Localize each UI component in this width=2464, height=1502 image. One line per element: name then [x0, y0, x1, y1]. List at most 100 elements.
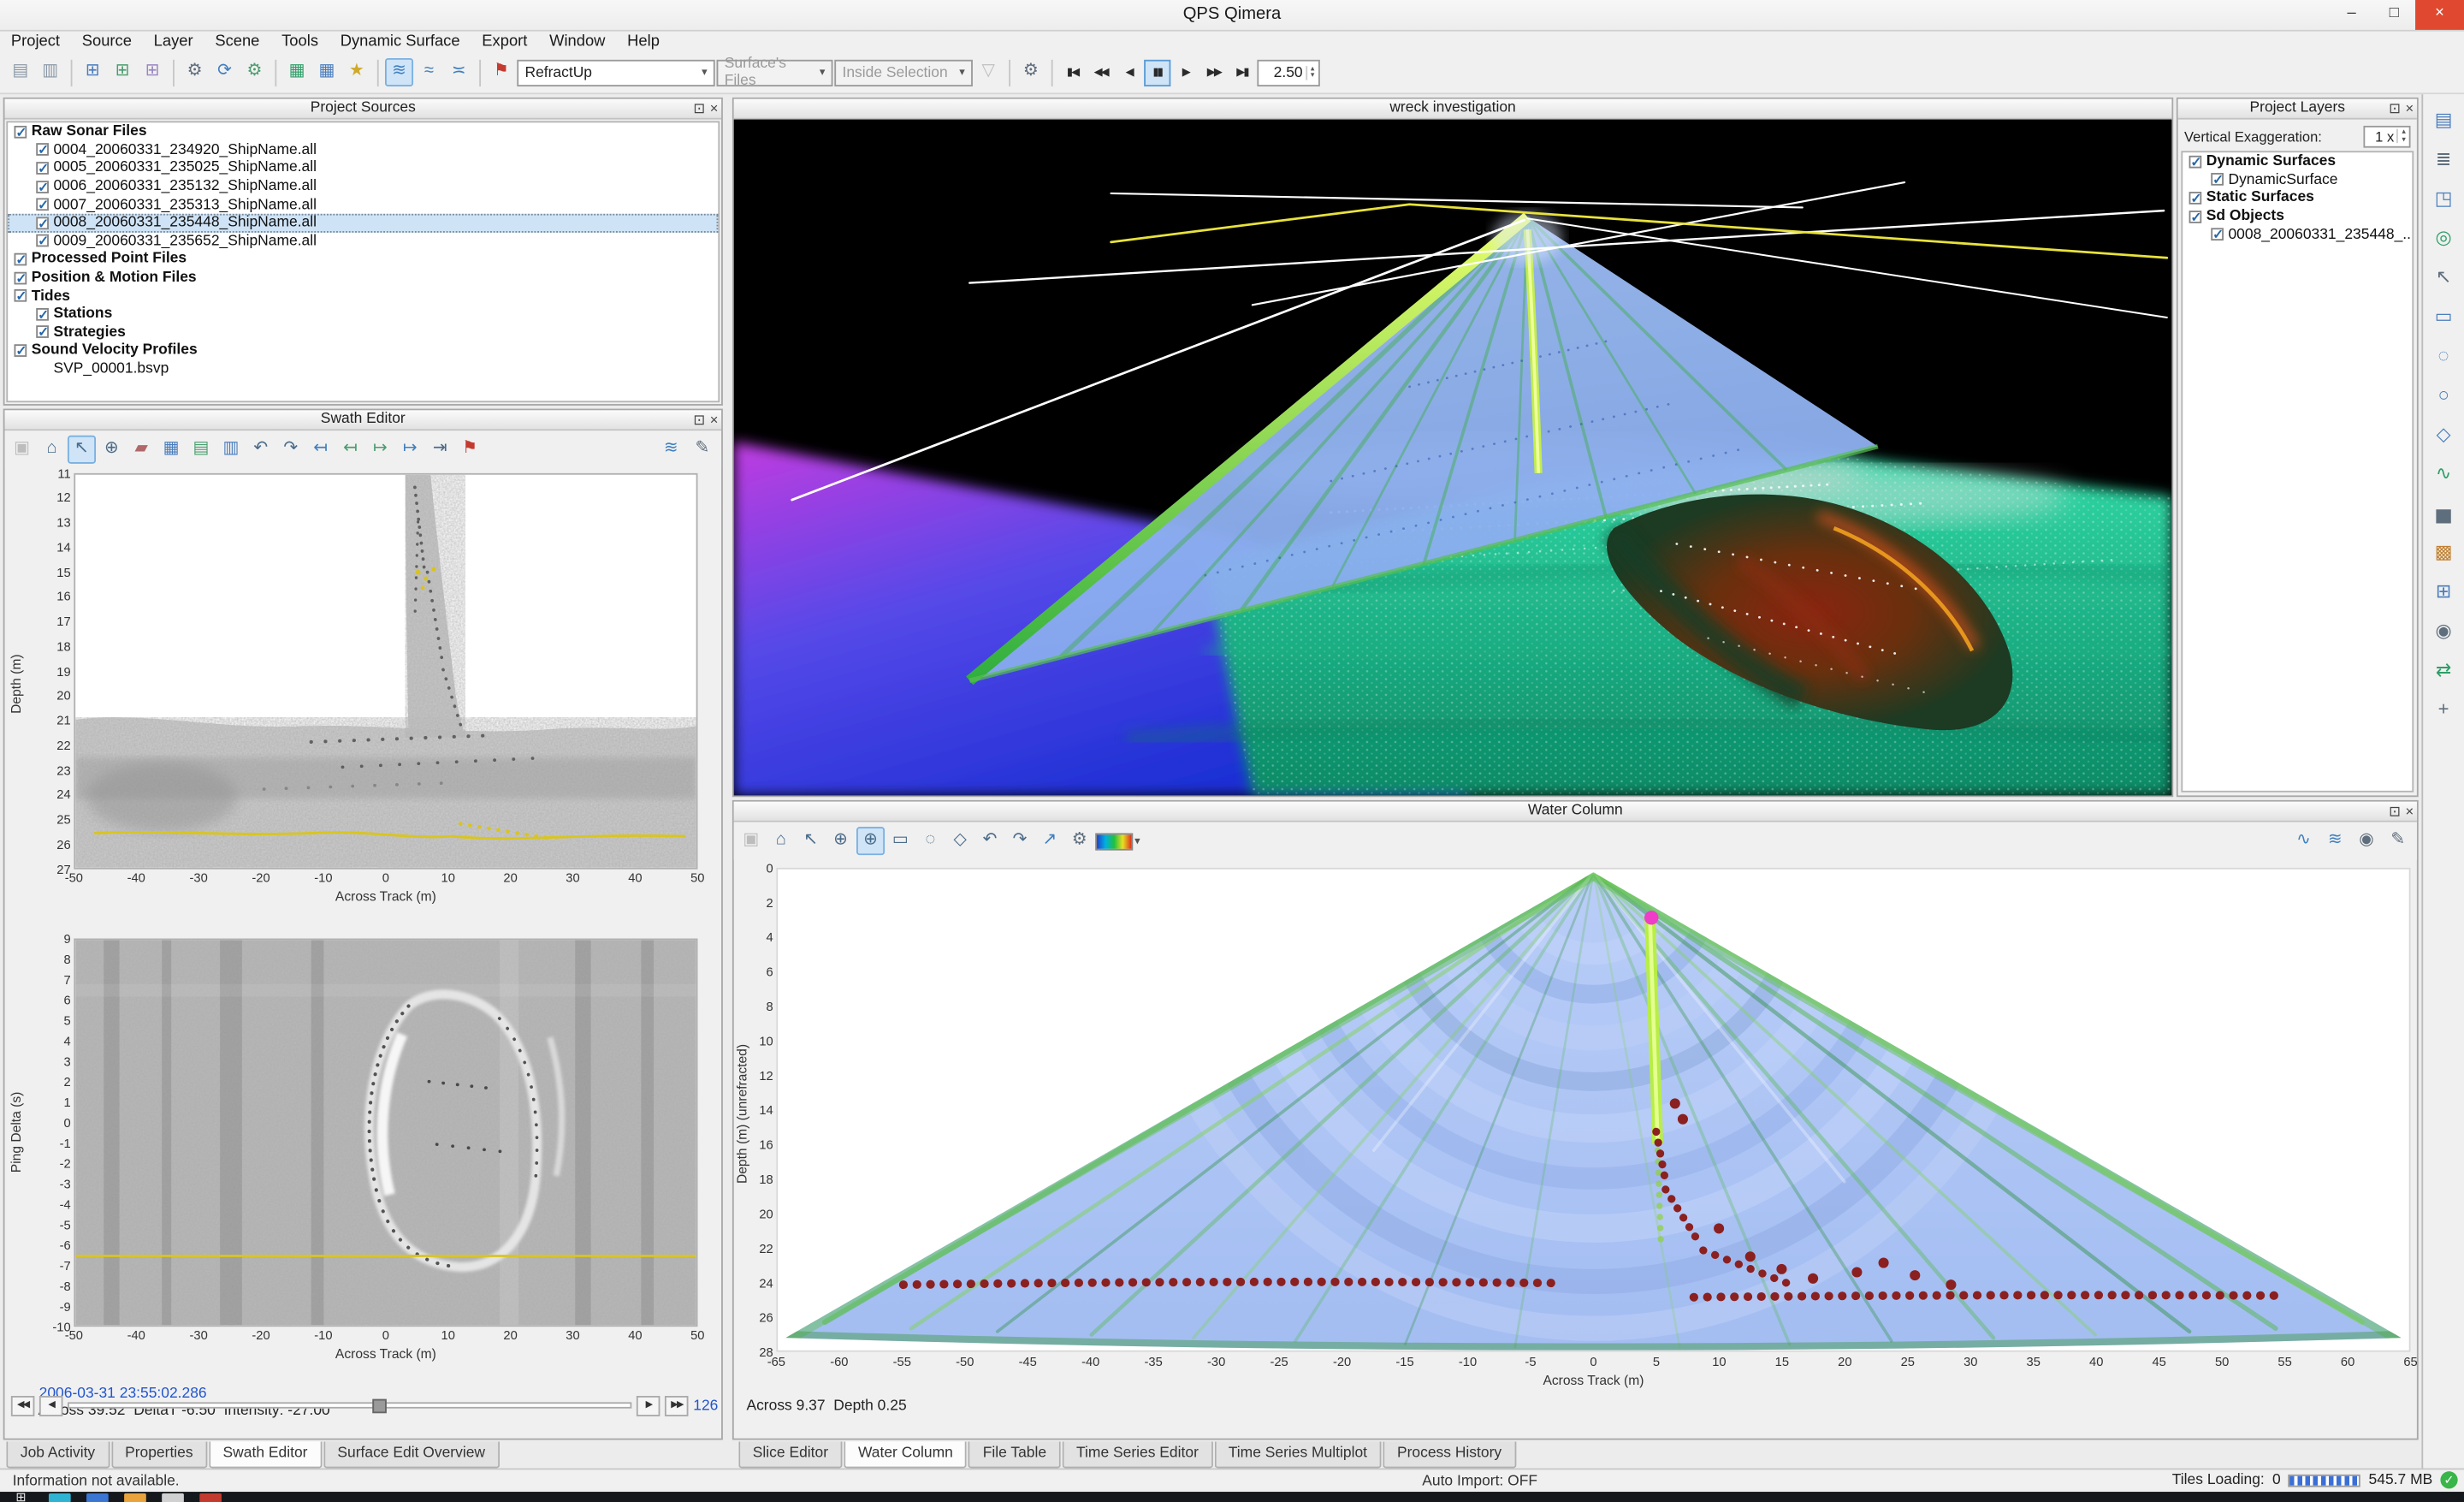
tree-row[interactable]: ✓ 0008_20060331_235448_ShipName.all	[8, 214, 718, 232]
spin-down-icon[interactable]: ▾	[1311, 72, 1315, 79]
playback-speed-spinner[interactable]: 2.50 ▴ ▾	[1257, 59, 1319, 86]
checkbox[interactable]: ✓	[15, 289, 27, 302]
colormap-picker[interactable]	[1095, 833, 1133, 850]
close-panel-icon[interactable]: ×	[710, 99, 719, 118]
taskbar-app-2[interactable]	[86, 1493, 108, 1502]
swath-top-plot[interactable]	[74, 473, 697, 870]
polygon-select-icon[interactable]: ◇	[2430, 421, 2458, 449]
home-icon[interactable]: ⌂	[767, 827, 795, 855]
water-column-tool-icon[interactable]: ≍	[445, 58, 473, 86]
start-button[interactable]: ⊞	[15, 1492, 26, 1502]
swath-bottom-plot[interactable]	[74, 939, 697, 1327]
menu-item[interactable]: Scene	[204, 32, 270, 52]
redo-icon[interactable]: ↷	[1006, 827, 1034, 855]
menu-item[interactable]: Source	[71, 32, 143, 52]
checkbox[interactable]: ✓	[2189, 155, 2202, 168]
tree-row[interactable]: ✓ Raw Sonar Files	[8, 122, 718, 140]
grid-icon[interactable]: ⊞	[2430, 579, 2458, 607]
pointer-icon[interactable]: ↖	[2430, 264, 2458, 293]
tree-row[interactable]: ✓ 0005_20060331_235025_ShipName.all	[8, 159, 718, 177]
spin-down-icon[interactable]: ▾	[2402, 136, 2406, 143]
vertical-exaggeration-spinner[interactable]: 1 x ▴ ▾	[2364, 125, 2410, 147]
rect-select-icon[interactable]: ▭	[886, 827, 915, 855]
stacked-view-icon[interactable]: ≋	[2321, 827, 2349, 855]
pointer-icon[interactable]: ↖	[797, 827, 825, 855]
prev-selection-icon[interactable]: ↤	[336, 436, 364, 464]
checkbox[interactable]: ✓	[36, 235, 49, 247]
tab[interactable]: Swath Editor	[209, 1441, 322, 1468]
goto-ping-icon[interactable]: ⇥	[426, 436, 454, 464]
flag-tool-icon[interactable]: ⚑	[487, 58, 515, 86]
scene-views-icon[interactable]: ◳	[2430, 186, 2458, 214]
eye-icon[interactable]: ◉	[2353, 827, 2381, 855]
circle-select-icon[interactable]: ○	[2430, 382, 2458, 410]
last-ping-button[interactable]: ▶▶	[665, 1395, 689, 1416]
tree-row[interactable]: ✓ 0007_20060331_235313_ShipName.all	[8, 195, 718, 213]
swath-editor-tool-icon[interactable]: ≋	[385, 58, 413, 86]
menu-item[interactable]: Dynamic Surface	[329, 32, 471, 52]
taskbar-app-1[interactable]	[48, 1493, 70, 1502]
slice-editor-tool-icon[interactable]: ≈	[415, 58, 443, 86]
layer-row[interactable]: ✓ Static Surfaces	[2183, 189, 2412, 207]
refraction-tool-combo[interactable]: RefractUp ▾	[517, 59, 714, 86]
tab[interactable]: Surface Edit Overview	[323, 1441, 500, 1468]
static-surface-icon[interactable]: ▦	[313, 58, 341, 86]
add-nav-files-icon[interactable]: ⊞	[139, 58, 167, 86]
scene-3d-viewport[interactable]	[734, 120, 2172, 796]
checkbox[interactable]: ✓	[2189, 192, 2202, 205]
tab[interactable]: Process History	[1383, 1441, 1515, 1468]
home-icon[interactable]: ⌂	[38, 436, 66, 464]
flag-icon[interactable]: ⚑	[456, 436, 484, 464]
zoom-select-icon[interactable]: ⊕	[856, 827, 885, 855]
next-rejected-icon[interactable]: ↦	[396, 436, 424, 464]
checkbox[interactable]: ✓	[36, 217, 49, 229]
menu-item[interactable]: Project	[0, 32, 71, 52]
menu-item[interactable]: Window	[538, 32, 616, 52]
tab[interactable]: Time Series Multiplot	[1214, 1441, 1381, 1468]
tab[interactable]: File Table	[968, 1441, 1060, 1468]
rewind-button[interactable]: ◀◀	[1087, 59, 1114, 86]
chevron-down-icon[interactable]: ▾	[1134, 834, 1140, 847]
beam-profile-icon[interactable]: ∿	[2289, 827, 2318, 855]
swath-settings-icon[interactable]: ≋	[657, 436, 685, 464]
ping-slider-handle[interactable]	[372, 1399, 387, 1414]
erase-icon[interactable]: ▰	[127, 436, 156, 464]
layer-row[interactable]: ✓ DynamicSurface	[2183, 170, 2412, 188]
filter-funnel-icon[interactable]: ▽	[974, 58, 1003, 86]
annotation-icon[interactable]: ✎	[2384, 827, 2412, 855]
next-selection-icon[interactable]: ↦	[366, 436, 394, 464]
skip-start-button[interactable]: ▮◀	[1059, 59, 1086, 86]
save-icon[interactable]: ▣	[737, 827, 765, 855]
play-button[interactable]: ▶	[1172, 59, 1199, 86]
skip-end-button[interactable]: ▶▮	[1229, 59, 1255, 86]
tab[interactable]: Job Activity	[6, 1441, 109, 1468]
surface-star-icon[interactable]: ★	[342, 58, 370, 86]
process-settings-icon[interactable]: ⚙	[181, 58, 209, 86]
visibility-icon[interactable]: ◉	[2430, 618, 2458, 646]
tab[interactable]: Time Series Editor	[1062, 1441, 1212, 1468]
minimize-button[interactable]: –	[2331, 0, 2373, 30]
close-panel-icon[interactable]: ×	[2406, 99, 2414, 118]
water-column-plot[interactable]	[776, 868, 2410, 1352]
save-icon[interactable]: ▣	[8, 436, 36, 464]
checkbox[interactable]: ✓	[2211, 174, 2224, 187]
tree-row[interactable]: ✓ Strategies	[8, 324, 718, 341]
auto-process-icon[interactable]: ⚙	[240, 58, 269, 86]
tab[interactable]: Properties	[111, 1441, 208, 1468]
tree-row[interactable]: ✓ 0006_20060331_235132_ShipName.all	[8, 177, 718, 195]
tree-row[interactable]: ✓ 0004_20060331_234920_ShipName.all	[8, 141, 718, 159]
add-raw-sonar-icon[interactable]: ⊞	[79, 58, 107, 86]
sync-views-icon[interactable]: ⇄	[2430, 657, 2458, 686]
zoom-icon[interactable]: ⊕	[826, 827, 855, 855]
checkbox[interactable]: ✓	[15, 253, 27, 266]
profile-icon[interactable]: ∿	[2430, 460, 2458, 489]
reprocess-icon[interactable]: ⟳	[210, 58, 239, 86]
checkbox[interactable]: ✓	[2189, 210, 2202, 223]
checkbox[interactable]: ✓	[36, 326, 49, 339]
wc-settings-icon[interactable]: ⚙	[1065, 827, 1093, 855]
maximize-button[interactable]: □	[2372, 0, 2415, 30]
accept-points-icon[interactable]: ▤	[187, 436, 216, 464]
fast-forward-button[interactable]: ▶▶	[1200, 59, 1227, 86]
tree-row[interactable]: ✓ SVP_00001.bsvp	[8, 359, 718, 377]
polygon-select-icon[interactable]: ◇	[946, 827, 974, 855]
